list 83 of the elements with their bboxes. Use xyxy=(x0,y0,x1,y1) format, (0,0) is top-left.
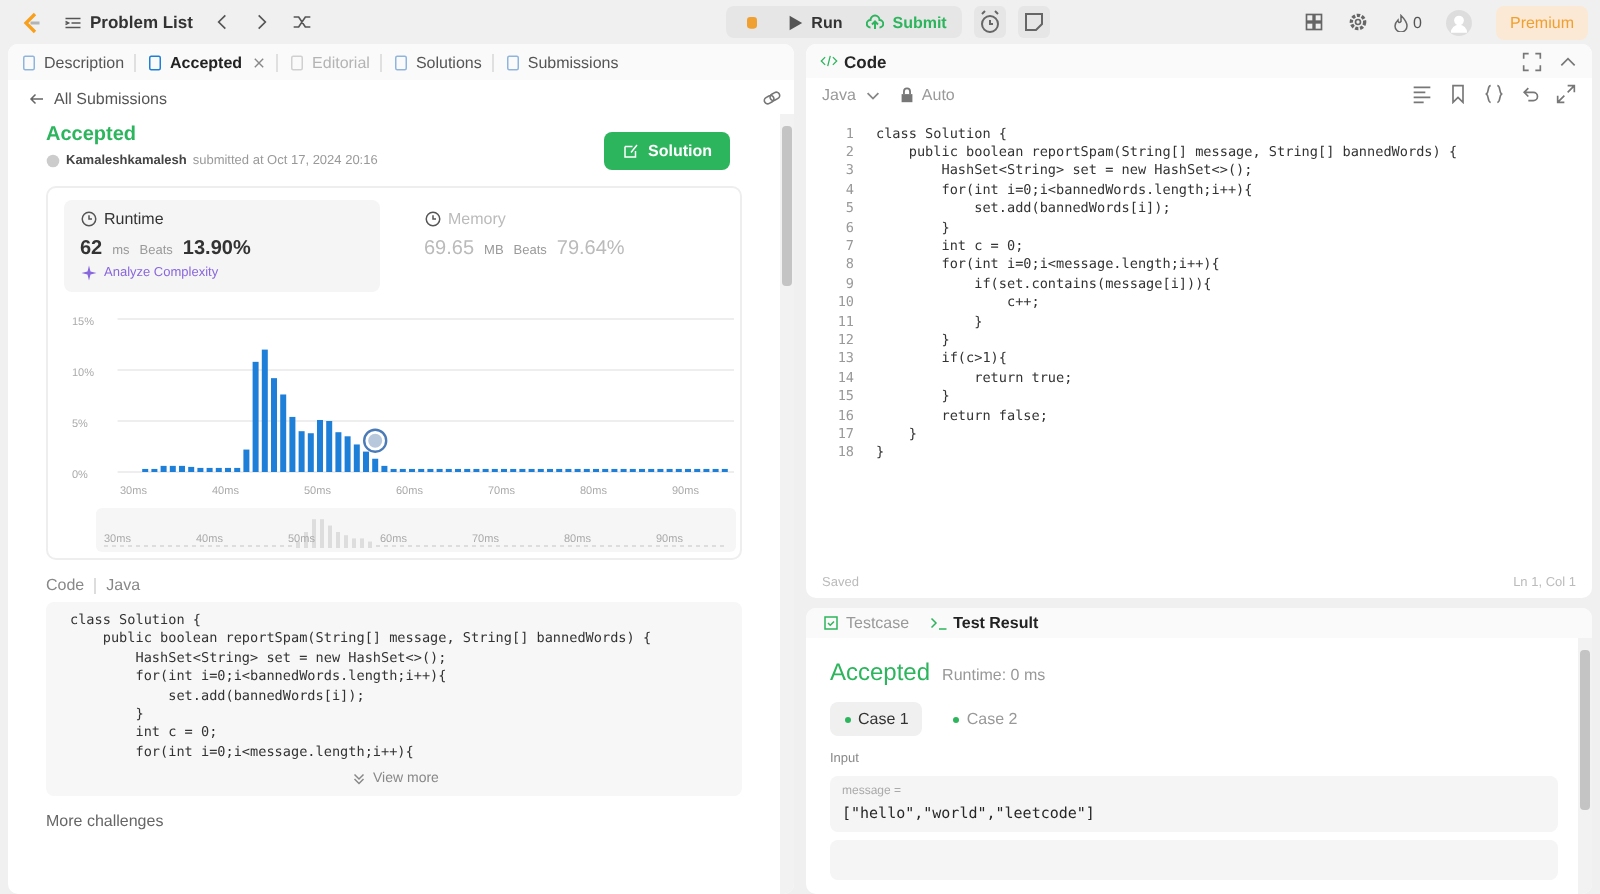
chart-bar[interactable] xyxy=(372,458,379,472)
tab-icon xyxy=(288,53,307,71)
tab-icon xyxy=(503,53,522,71)
chart-bar[interactable] xyxy=(206,467,213,472)
tab-icon xyxy=(146,53,165,71)
code-icon xyxy=(820,52,838,70)
stat-label: Memory xyxy=(424,210,708,228)
beats-percent: 13.90% xyxy=(182,238,251,260)
language-label: Java xyxy=(106,576,141,594)
stat-value: 62 xyxy=(80,238,103,260)
chart-bar[interactable] xyxy=(261,349,268,472)
your-result-marker-icon[interactable] xyxy=(363,428,388,453)
chart-bar[interactable] xyxy=(280,394,287,472)
chart-bar[interactable] xyxy=(381,465,388,472)
chevrons-down-icon xyxy=(349,770,368,789)
back-arrow-icon xyxy=(28,89,46,107)
chart-bar[interactable] xyxy=(179,465,185,472)
chart-bar[interactable] xyxy=(335,432,342,472)
stat-value: 69.65 xyxy=(424,238,475,260)
test-status: Accepted xyxy=(830,658,931,686)
chart-bar[interactable] xyxy=(169,465,176,472)
run-button[interactable]: Run xyxy=(785,13,843,31)
all-submissions-link[interactable]: All Submissions xyxy=(28,89,167,107)
panel-tab[interactable]: Test Result xyxy=(929,614,1039,632)
list-icon xyxy=(64,13,82,31)
code-label: Code xyxy=(46,576,85,594)
panel-tab[interactable]: Submissions xyxy=(503,53,619,71)
lock-icon xyxy=(897,85,916,103)
user-avatar-icon xyxy=(46,154,60,168)
fullscreen-icon[interactable] xyxy=(1522,51,1542,71)
play-icon xyxy=(785,13,804,31)
chart-bar[interactable] xyxy=(353,444,360,472)
clock-icon xyxy=(80,210,98,228)
chart-bar[interactable] xyxy=(298,431,305,472)
chart-bar[interactable] xyxy=(197,467,204,472)
problem-list-button[interactable]: Problem List xyxy=(64,12,193,32)
submission-status: Accepted xyxy=(46,124,139,146)
tab-icon xyxy=(20,53,38,71)
chart-bar[interactable] xyxy=(188,466,195,472)
bookmark-icon[interactable] xyxy=(1448,84,1468,104)
expand-icon[interactable] xyxy=(1556,84,1576,104)
chart-bar[interactable] xyxy=(234,467,241,472)
sparkle-icon xyxy=(80,264,98,282)
chart-bar[interactable] xyxy=(225,467,231,472)
more-challenges-heading: More challenges xyxy=(46,812,166,831)
code-panel-title: Code xyxy=(820,51,887,71)
chart-bar[interactable] xyxy=(160,465,167,472)
panel-tab[interactable]: Description xyxy=(20,53,125,71)
close-icon[interactable] xyxy=(252,55,267,69)
cloud-upload-icon xyxy=(866,13,885,31)
case-tab[interactable]: Case 1 xyxy=(830,702,923,736)
link-icon[interactable] xyxy=(762,88,782,108)
undo-icon[interactable] xyxy=(1520,84,1540,104)
beats-percent: 79.64% xyxy=(556,238,625,260)
tab-icon xyxy=(929,614,948,632)
chart-bar[interactable] xyxy=(326,421,333,472)
braces-icon[interactable] xyxy=(1484,84,1504,104)
scrollbar[interactable] xyxy=(780,114,794,894)
flame-icon xyxy=(1391,13,1410,31)
chart-bar[interactable] xyxy=(289,416,296,472)
tab-icon xyxy=(822,614,840,632)
edit-icon xyxy=(622,142,640,160)
format-icon[interactable] xyxy=(1412,84,1432,104)
status-dot-icon xyxy=(952,715,961,723)
clock-icon xyxy=(424,210,442,228)
panel-tab[interactable]: Solutions xyxy=(391,53,482,71)
chart-bar[interactable] xyxy=(363,451,369,472)
panel-tab[interactable]: Accepted xyxy=(146,53,243,71)
tab-icon xyxy=(391,53,410,71)
chart-bar[interactable] xyxy=(215,467,222,472)
chart-bar[interactable] xyxy=(252,361,259,472)
note-icon[interactable] xyxy=(1018,6,1051,38)
alarm-clock-icon[interactable] xyxy=(974,6,1007,38)
stat-label: Runtime xyxy=(80,210,364,228)
layout-icon[interactable] xyxy=(1303,12,1324,32)
status-dot-icon xyxy=(844,715,852,723)
test-runtime: Runtime: 0 ms xyxy=(942,666,1046,684)
scrollbar[interactable] xyxy=(1578,638,1592,894)
shuffle-icon[interactable] xyxy=(292,12,313,32)
streak-counter[interactable]: 0 xyxy=(1391,13,1422,31)
settings-icon[interactable] xyxy=(1347,12,1368,32)
chart-bar[interactable] xyxy=(307,433,314,472)
chart-bar[interactable] xyxy=(344,436,351,472)
